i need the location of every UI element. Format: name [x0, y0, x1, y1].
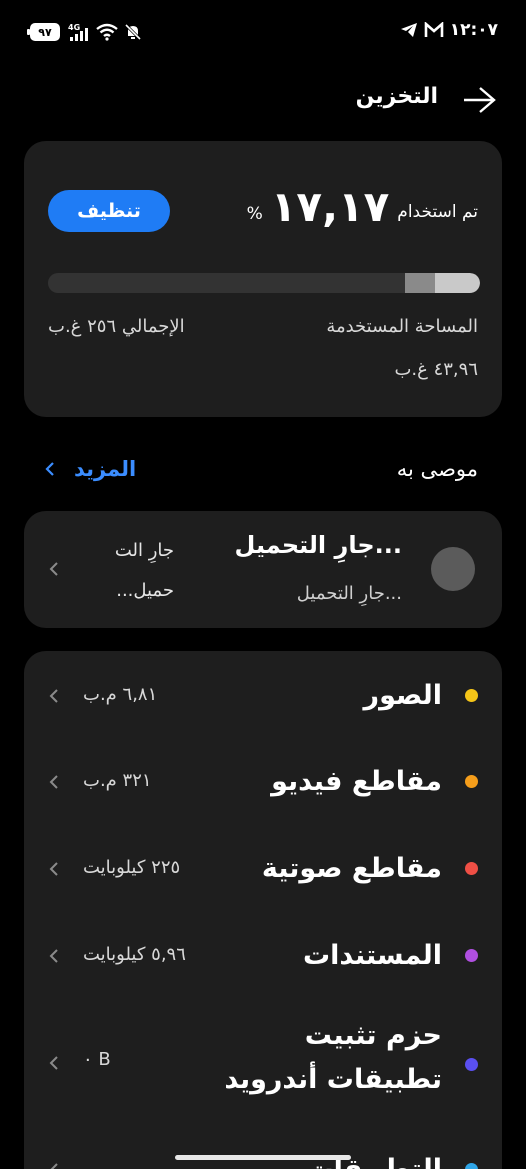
mute-notification-icon [124, 23, 142, 41]
total-storage: الإجمالي ٢٥٦ غ.ب [48, 316, 185, 337]
category-row-apks[interactable]: حزم تثبيت تطبيقات أندرويد B ٠ [24, 1014, 502, 1108]
category-size: ٥,٩٦ كيلوبايت [83, 944, 186, 965]
recommendation-status: جارِ الت حميل... [84, 531, 174, 611]
category-label: مقاطع صوتية [261, 853, 442, 884]
usage-summary: تم استخدام ١٧,١٧ % [247, 186, 478, 228]
recommendation-subtitle: جارِ التحميل... [296, 583, 402, 604]
category-label: حزم تثبيت تطبيقات أندرويد [224, 1020, 442, 1095]
category-label: المستندات [303, 940, 442, 971]
recommendation-item[interactable]: جارِ التحميل... جارِ التحميل... جارِ الت… [24, 511, 502, 628]
chevron-left-icon [49, 689, 58, 703]
chevron-left-icon [49, 862, 58, 876]
percent-sign: % [246, 204, 263, 224]
loading-placeholder-icon [431, 547, 475, 591]
chevron-left-icon [49, 949, 58, 963]
clock: ١٢:٠٧ [449, 20, 498, 40]
battery-icon: ٩٧ [27, 23, 60, 41]
category-row-audio[interactable]: مقاطع صوتية ٢٢٥ كيلوبايت [24, 844, 502, 894]
storage-categories-card: الصور ٦,٨١ م.ب مقاطع فيديو ٣٢١ م.ب مقاطع… [24, 651, 502, 1169]
category-row-photos[interactable]: الصور ٦,٨١ م.ب [24, 671, 502, 721]
category-color-dot [465, 862, 478, 875]
status-bar: ٩٧ 4G ١٢:٠٧ [0, 0, 526, 66]
used-space-value: ٤٣,٩٦ غ.ب [394, 359, 478, 380]
page-title: التخزين [355, 84, 438, 109]
telegram-icon [400, 23, 417, 37]
category-size: ٢٢٥ كيلوبايت [83, 857, 181, 878]
recommendation-status-line1: جارِ الت [114, 540, 174, 561]
more-link[interactable]: المزيد [44, 457, 136, 481]
storage-summary-card: تم استخدام ١٧,١٧ % تنظيف المساحة المستخد… [24, 141, 502, 417]
chevron-left-icon [45, 462, 54, 476]
app-header: التخزين [0, 80, 526, 120]
category-label: مقاطع فيديو [271, 766, 442, 797]
storage-usage-bar [48, 273, 480, 293]
network-type: 4G [68, 23, 80, 32]
chevron-left-icon [50, 1163, 58, 1169]
gmail-icon [424, 22, 443, 37]
category-size: ٣٢١ م.ب [83, 770, 152, 791]
chevron-left-icon [49, 562, 58, 576]
category-label: الصور [363, 680, 442, 711]
recommendation-status-line2: حميل... [116, 580, 174, 601]
home-indicator[interactable] [175, 1155, 351, 1160]
recommendation-title: جارِ التحميل... [234, 531, 402, 559]
used-label: تم استخدام [397, 202, 478, 222]
status-icons-right: ١٢:٠٧ [400, 20, 498, 40]
category-color-dot [465, 949, 478, 962]
used-space-label: المساحة المستخدمة [326, 316, 478, 337]
wifi-icon [96, 23, 118, 41]
recommended-title: موصى به [396, 457, 478, 481]
category-color-dot [465, 1163, 478, 1169]
chevron-left-icon [49, 1056, 58, 1070]
clean-button[interactable]: تنظيف [48, 190, 170, 232]
category-row-documents[interactable]: المستندات ٥,٩٦ كيلوبايت [24, 931, 502, 981]
category-color-dot [465, 689, 478, 702]
category-row-videos[interactable]: مقاطع فيديو ٣٢١ م.ب [24, 757, 502, 807]
storage-usage-fill-secondary [405, 273, 435, 293]
category-size: ٦,٨١ م.ب [83, 684, 158, 705]
storage-usage-fill [435, 273, 480, 293]
chevron-left-icon [49, 775, 58, 789]
category-size: B ٠ [83, 1049, 111, 1070]
more-link-label: المزيد [74, 457, 137, 481]
category-color-dot [465, 1058, 478, 1071]
back-arrow-icon[interactable] [458, 84, 498, 116]
cellular-signal-icon: 4G [68, 23, 88, 41]
status-icons-left: ٩٧ 4G [27, 22, 142, 42]
used-percentage: ١٧,١٧ [270, 182, 390, 231]
battery-level: ٩٧ [38, 25, 52, 39]
category-color-dot [465, 775, 478, 788]
